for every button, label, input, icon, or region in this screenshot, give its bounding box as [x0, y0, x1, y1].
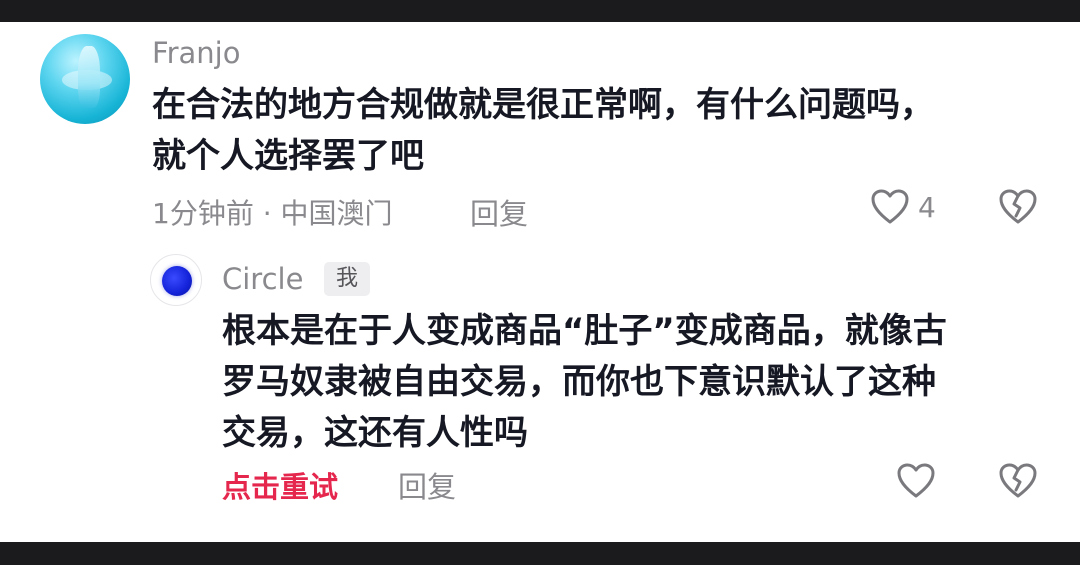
heart-outline-icon[interactable]	[870, 188, 910, 226]
broken-heart-icon[interactable]	[998, 462, 1038, 500]
reply-text-line: 根本是在于人变成商品“肚子”变成商品，就像古	[222, 311, 947, 351]
reply-button[interactable]: 回复	[398, 464, 456, 506]
avatar[interactable]	[150, 254, 202, 306]
like-count: 4	[918, 191, 936, 224]
broken-heart-icon[interactable]	[998, 188, 1038, 226]
retry-button[interactable]: 点击重试	[222, 464, 338, 506]
comment-text-line: 在合法的地方合规做就是很正常啊，有什么问题吗，	[152, 85, 934, 125]
reply-text-line: 罗马奴隶被自由交易，而你也下意识默认了这种	[222, 362, 936, 402]
reply-username[interactable]: Circle	[222, 262, 303, 296]
heart-outline-icon[interactable]	[896, 462, 936, 500]
bottom-letterbox	[0, 542, 1080, 565]
top-letterbox	[0, 0, 1080, 22]
comment-username[interactable]: Franjo	[152, 36, 240, 70]
comment-text-line: 就个人选择罢了吧	[152, 136, 424, 176]
reply-button[interactable]: 回复	[470, 191, 528, 233]
reply-text-line: 交易，这还有人性吗	[222, 413, 528, 453]
me-badge: 我	[324, 262, 370, 296]
comment-meta: 1分钟前 · 中国澳门	[152, 197, 393, 230]
avatar[interactable]	[40, 34, 130, 124]
